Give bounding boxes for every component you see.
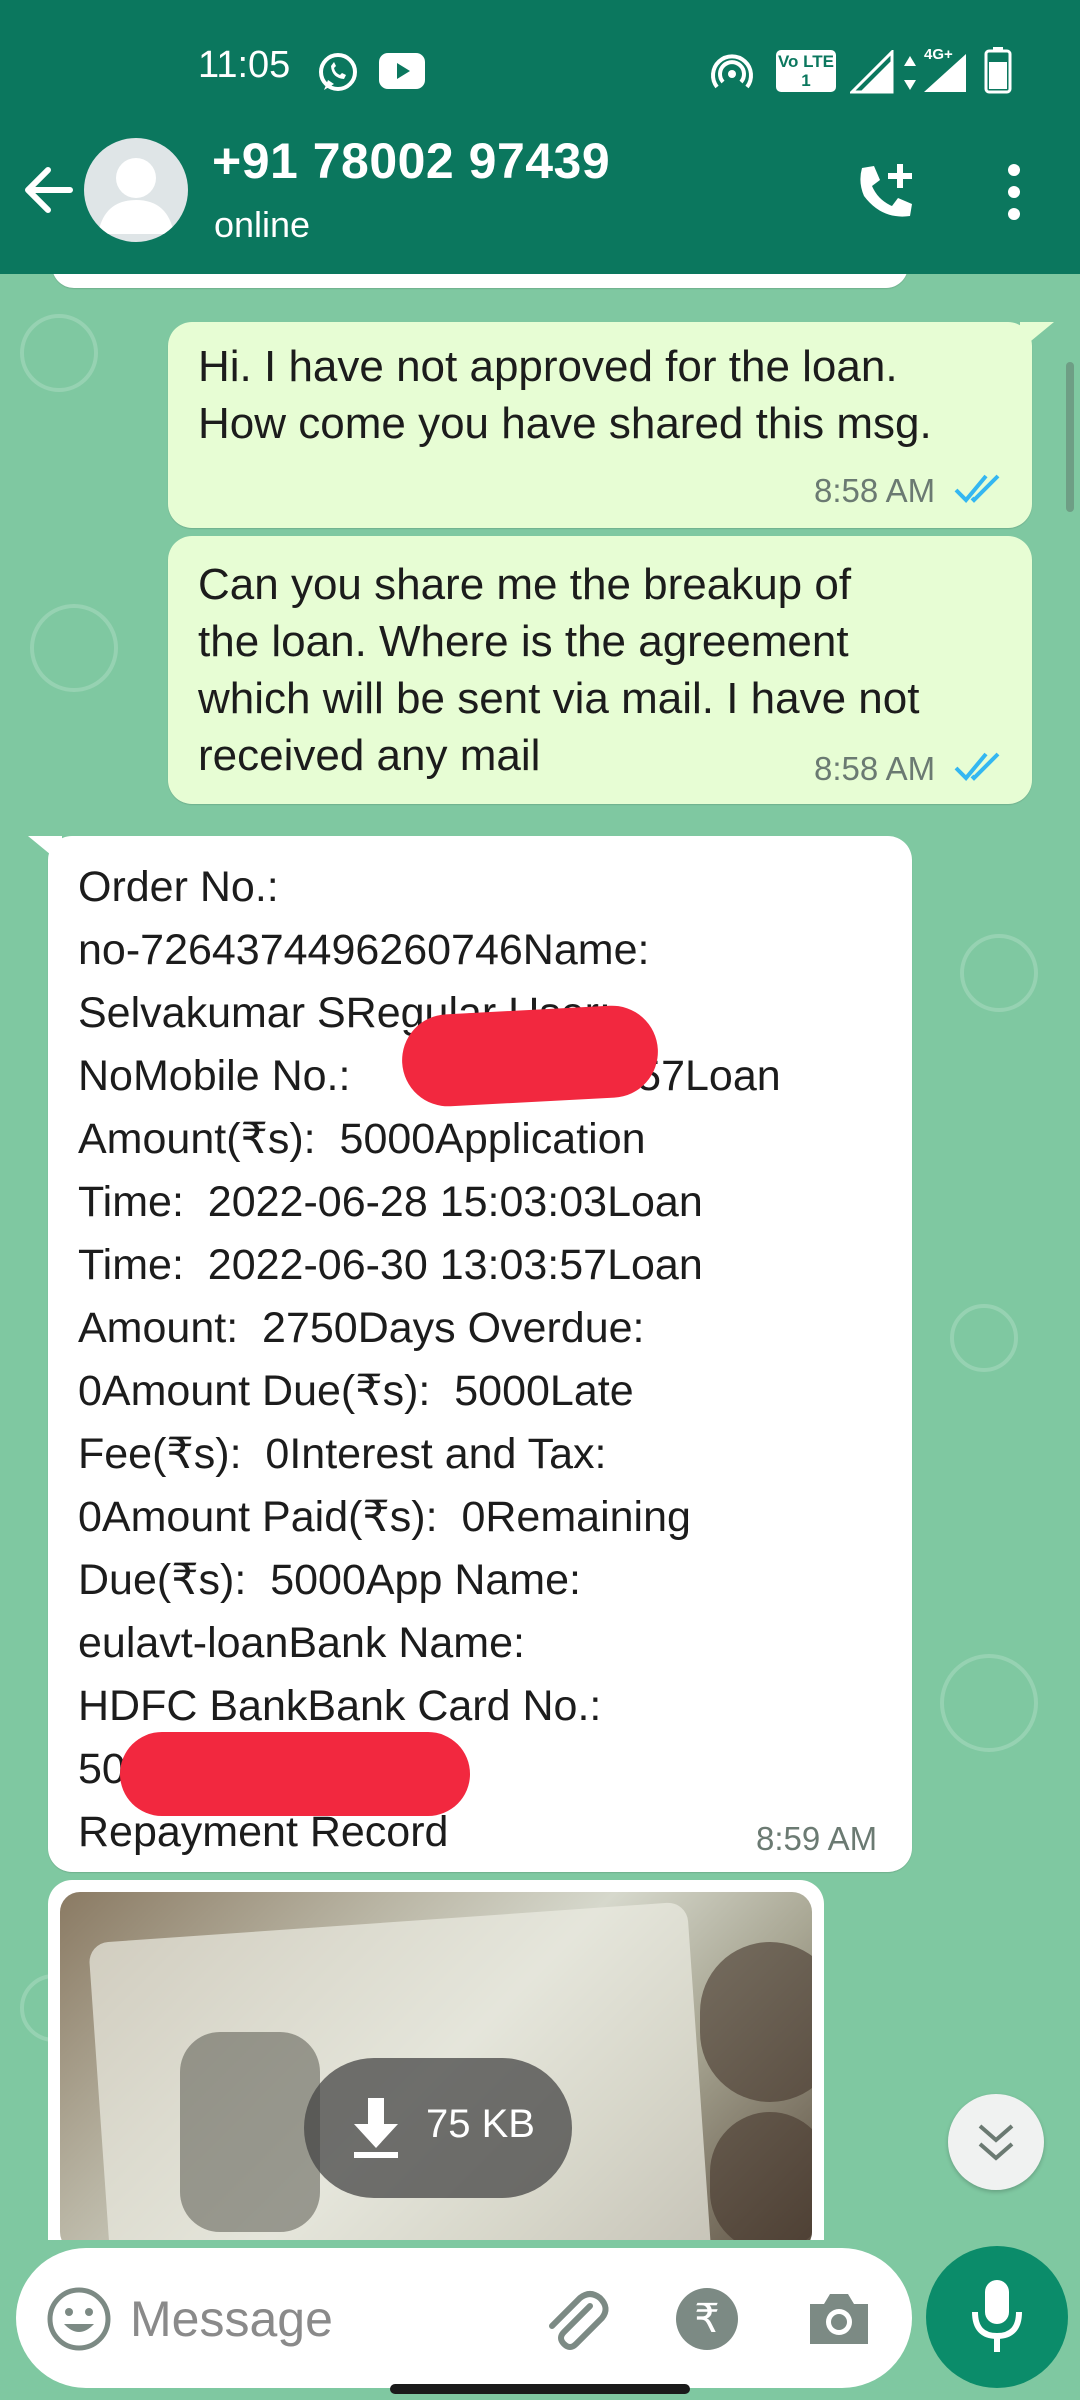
contact-name[interactable]: +91 78002 97439 [212,132,610,190]
rupee-payment-icon[interactable]: ₹ [676,2288,738,2350]
wallpaper-doodle [30,604,118,692]
message-text: Hi. I have not approved for the loan. Ho… [198,342,932,448]
volte-icon: Vo LTE 1 [776,50,836,92]
scrollbar[interactable] [1066,362,1074,512]
back-arrow-icon[interactable] [20,150,80,230]
read-ticks-icon [954,752,1000,781]
download-button[interactable]: 75 KB [304,2058,572,2198]
wallpaper-doodle [20,314,98,392]
message-input[interactable] [128,2278,532,2360]
data-arrows-icon [904,56,916,90]
more-vert-icon[interactable] [1000,162,1028,222]
scroll-to-bottom-button[interactable] [948,2094,1044,2190]
outgoing-message[interactable]: Can you share me the breakup of the loan… [168,536,1032,804]
whatsapp-icon [319,53,357,91]
status-bar: 11:05 Vo LTE 1 4G+ [0,0,1080,140]
message-time: 8:58 AM [814,750,936,787]
wallpaper-doodle [960,934,1038,1012]
status-time: 11:05 [198,44,291,86]
image-blur-shape [180,2032,320,2232]
redaction-mark [399,1003,661,1109]
volte-label: Vo LTE 1 [777,52,835,90]
previous-message-edge [52,274,908,288]
add-call-icon[interactable] [852,158,922,228]
read-ticks-icon [954,474,1000,503]
download-icon [354,2098,398,2158]
outgoing-message[interactable]: Hi. I have not approved for the loan. Ho… [168,322,1032,528]
bubble-tail [28,836,62,864]
avatar-icon [98,158,174,234]
chat-header: 11:05 Vo LTE 1 4G+ +91 78002 97439 onlin… [0,0,1080,274]
double-chevron-down-icon [978,2124,1014,2161]
wallpaper-doodle [940,1654,1038,1752]
redaction-mark [120,1732,470,1816]
voice-message-button[interactable] [926,2246,1068,2388]
signal-icon [850,50,894,94]
avatar[interactable] [84,138,188,242]
battery-icon [984,47,1012,94]
network-type-label: 4G+ [924,46,953,63]
image-blur-shape [700,1942,812,2102]
incoming-message[interactable]: Order No.: no-7264374496260746Name: Selv… [48,836,912,1872]
mic-icon [972,2280,1022,2352]
download-size: 75 KB [426,2102,535,2146]
contact-status: online [214,204,311,245]
hotspot-icon [711,54,753,89]
camera-icon[interactable] [806,2288,872,2348]
attach-icon[interactable] [540,2286,610,2356]
home-indicator[interactable] [390,2384,690,2394]
message-time: 8:58 AM [814,472,936,509]
image-blur-shape [710,2112,812,2240]
message-time: 8:59 AM [756,1820,878,1857]
bubble-tail [1020,322,1054,350]
emoji-icon[interactable] [46,2286,112,2352]
youtube-icon [379,53,425,89]
message-text: Order No.: no-7264374496260746Name: Selv… [78,863,781,1856]
wallpaper-doodle [950,1304,1018,1372]
